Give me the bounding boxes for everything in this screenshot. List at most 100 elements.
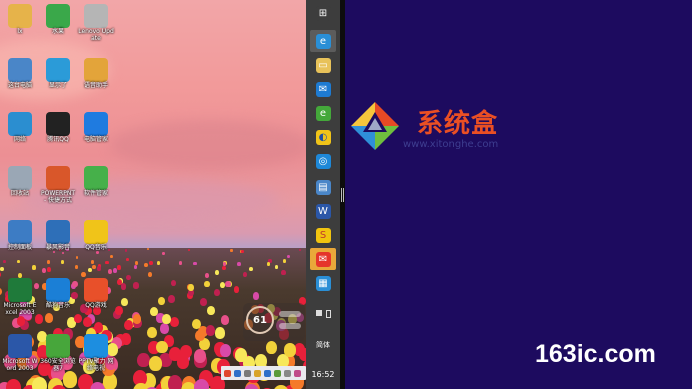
word-icon: W: [315, 203, 331, 219]
app-bar-tile[interactable]: ▤: [310, 176, 336, 198]
weather-widget[interactable]: 61: [243, 303, 305, 341]
desktop-icon[interactable]: 语音助手: [78, 58, 114, 89]
desktop[interactable]: lx 水果 Lenovo Update 这台电脑 显示了 语音助手网络 腾讯QQ 电脑管家回收…: [0, 0, 306, 389]
qq-browser-icon: ◐: [315, 129, 331, 145]
tulip-shape: [96, 251, 99, 255]
app-bar-tile[interactable]: ✉: [310, 248, 336, 270]
desktop-icon[interactable]: 360安全浏览器7: [40, 334, 76, 372]
desktop-icon-label: Microsoft Word 2003: [2, 358, 38, 372]
app-bar-tile[interactable]: e: [310, 102, 336, 124]
desktop-icon[interactable]: 酷狗音乐: [40, 278, 76, 309]
desktop-icon[interactable]: 水果: [40, 4, 76, 35]
tulip-shape: [193, 379, 209, 389]
app-bar-tile[interactable]: e: [310, 30, 336, 52]
desktop-icon[interactable]: 显示了: [40, 58, 76, 89]
qq-music-icon: [84, 220, 108, 244]
browser-360-icon: e: [315, 105, 331, 121]
desktop-icon[interactable]: Microsoft Word 2003: [2, 334, 38, 372]
tulip-shape: [46, 259, 50, 264]
tulip-shape: [96, 266, 101, 271]
tulip-shape: [113, 267, 118, 273]
foxmail-icon: ✉: [315, 251, 331, 267]
desktop-icon[interactable]: QQ音乐: [78, 220, 114, 251]
app-bar-tile[interactable]: ✉: [310, 78, 336, 100]
keyboard-icon[interactable]: [264, 369, 271, 377]
tulip-shape: [265, 341, 277, 355]
sogou-icon: S: [315, 227, 331, 243]
ie-icon: e: [315, 33, 331, 49]
app-icon: [46, 4, 70, 28]
tulip-shape: [114, 306, 123, 316]
ime-toolbar[interactable]: [221, 366, 306, 380]
flag-icon[interactable]: [315, 310, 322, 316]
desktop-icon[interactable]: 暴风影音: [40, 220, 76, 251]
desktop-icon-label: POWERPNT - 快捷方式: [40, 190, 75, 204]
tulip-shape: [222, 261, 227, 266]
sogou-s-icon[interactable]: [224, 369, 231, 377]
desktop-icon-label: QQ音乐: [85, 244, 107, 251]
ime-language-label[interactable]: 简体: [306, 340, 340, 350]
tulip-shape: [193, 261, 197, 266]
tulip-shape: [132, 314, 142, 324]
tulip-shape: [230, 249, 233, 252]
desktop-icon[interactable]: 腾讯QQ: [40, 112, 76, 143]
tulip-shape: [178, 261, 183, 266]
tulip-shape: [233, 286, 240, 293]
weather-value: 61: [246, 306, 274, 334]
emoji-icon[interactable]: [254, 369, 261, 377]
tulip-shape: [41, 268, 46, 273]
app-bar-tile[interactable]: ⊞: [310, 2, 336, 24]
windows-start-icon: ⊞: [315, 5, 331, 21]
app-bar-tile[interactable]: S: [310, 224, 336, 246]
desktop-icon-label: 显示了: [48, 82, 67, 89]
desktop-icon[interactable]: 回收站: [2, 166, 38, 197]
battery-icon[interactable]: [325, 310, 331, 318]
tulip-shape: [180, 344, 193, 359]
tulip-shape: [116, 265, 121, 270]
app-bar-tile[interactable]: ▭: [310, 54, 336, 76]
desktop-icon-label: 回收站: [10, 190, 29, 197]
desktop-icon[interactable]: 这台电脑: [2, 58, 38, 89]
settings-icon[interactable]: [294, 369, 301, 377]
tulip-shape: [266, 262, 271, 267]
punctuation-icon[interactable]: [244, 369, 251, 377]
desktop-icon[interactable]: Lenovo Update: [78, 4, 114, 42]
desktop-icon[interactable]: Microsoft Excel 2003: [2, 278, 38, 316]
tulip-shape: [283, 259, 287, 263]
watermark-text: 163ic.com: [535, 340, 656, 368]
tulip-shape: [137, 352, 150, 367]
tulip-shape: [124, 319, 134, 331]
desktop-icon[interactable]: POWERPNT - 快捷方式: [40, 166, 76, 204]
desktop-icon[interactable]: 软件管家: [78, 166, 114, 197]
app-bar-tile[interactable]: ◐: [310, 126, 336, 148]
desktop-icon[interactable]: 控制面板: [2, 220, 38, 251]
tulip-shape: [225, 280, 231, 287]
tulip-shape: [194, 349, 207, 363]
desktop-icon-label: lx: [17, 28, 23, 35]
desktop-icon[interactable]: QQ游戏: [78, 278, 114, 309]
tulip-shape: [274, 264, 279, 270]
desktop-icon[interactable]: lx: [2, 4, 38, 35]
tulip-shape: [32, 377, 48, 389]
ime-mode-icon[interactable]: [234, 369, 241, 377]
clock-time[interactable]: 16:52: [306, 370, 340, 379]
system-tray[interactable]: 简体 16:52: [306, 310, 340, 379]
app-bar-tile[interactable]: W: [310, 200, 336, 222]
tools-icon[interactable]: [284, 369, 291, 377]
skin-icon[interactable]: [274, 369, 281, 377]
tulip-shape: [125, 249, 128, 252]
tulip-shape: [219, 281, 226, 288]
qq-chat-icon: ◎: [315, 153, 331, 169]
brand-text: 系统盒: [417, 109, 499, 139]
desktop-icon[interactable]: 电脑管家: [78, 112, 114, 143]
desktop-icon[interactable]: 网络: [2, 112, 38, 143]
desktop-icon[interactable]: PPTV聚力 网络电视: [78, 334, 114, 372]
app-bar-tile[interactable]: ▦: [310, 272, 336, 294]
network-icon: ▤: [315, 179, 331, 195]
mail-icon: ✉: [315, 81, 331, 97]
tulip-shape: [237, 261, 241, 266]
media-player-icon: [46, 220, 70, 244]
splitter-grip[interactable]: [341, 188, 344, 202]
app-bar-tile[interactable]: ◎: [310, 150, 336, 172]
tulip-shape: [47, 267, 51, 272]
